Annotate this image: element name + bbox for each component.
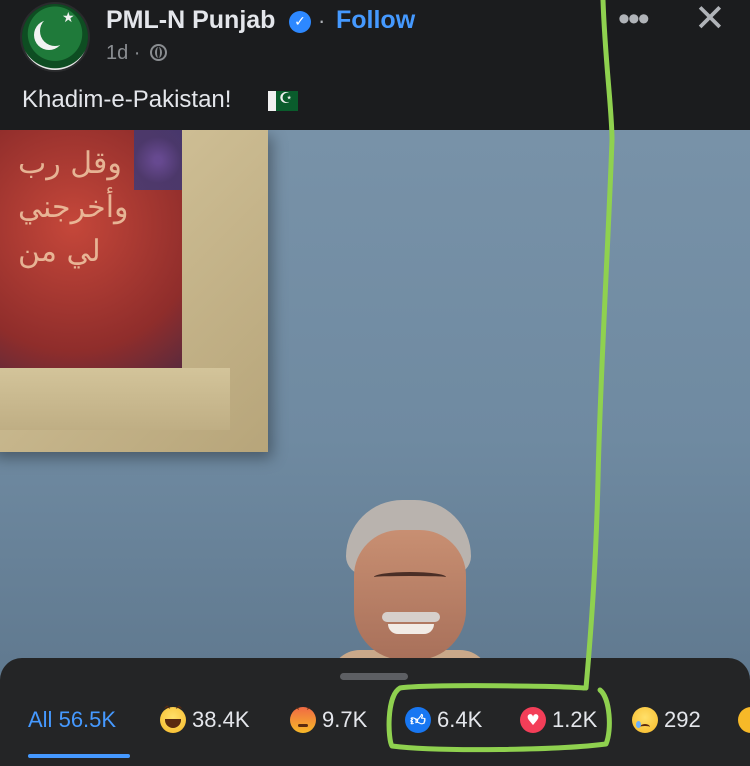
- pakistan-flag-icon: [268, 89, 298, 111]
- post-header: ★ PML-N Punjab ✓ · Follow 1d · ••• ✕ Kha…: [0, 0, 750, 130]
- tab-angry-count: 9.7K: [322, 707, 368, 732]
- tab-love[interactable]: ♥ 1.2K: [520, 700, 597, 740]
- wall-frame: وقل رب وأخرجني لي من: [0, 130, 268, 452]
- tab-sad-count: 292: [664, 707, 701, 732]
- angry-icon: [290, 703, 316, 733]
- globe-icon: [150, 44, 167, 61]
- tab-haha[interactable]: 38.4K: [160, 700, 250, 740]
- sad-icon: [632, 707, 658, 733]
- person-mustache: [382, 612, 440, 622]
- page-avatar[interactable]: ★: [22, 4, 88, 70]
- haha-icon: [160, 701, 186, 733]
- frame-mat: [0, 368, 230, 430]
- drag-handle[interactable]: [340, 673, 408, 680]
- follow-button[interactable]: Follow: [336, 6, 415, 35]
- tab-angry[interactable]: 9.7K: [290, 700, 367, 740]
- tab-like-count: 6.4K: [437, 707, 483, 732]
- like-icon: 👍︎: [405, 707, 431, 733]
- page-name[interactable]: PML-N Punjab: [106, 6, 275, 35]
- calligraphy-art: وقل رب وأخرجني لي من: [18, 146, 129, 269]
- star-icon: ★: [62, 10, 75, 26]
- love-icon: ♥: [520, 707, 546, 733]
- calligraphy-painting: وقل رب وأخرجني لي من: [0, 130, 182, 368]
- person-smile: [388, 624, 434, 634]
- post-time[interactable]: 1d ·: [106, 42, 140, 65]
- tab-all[interactable]: All 56.5K: [28, 700, 116, 740]
- close-icon[interactable]: ✕: [694, 0, 726, 40]
- person-eyes: [374, 572, 446, 582]
- post-photo[interactable]: وقل رب وأخرجني لي من: [0, 130, 750, 690]
- active-tab-indicator: [28, 754, 130, 758]
- separator: ·: [318, 8, 326, 33]
- reaction-tabs: All 56.5K 38.4K 9.7K 👍︎ 6.4K ♥ 1.2K 292: [0, 700, 750, 740]
- more-options-icon[interactable]: •••: [618, 0, 650, 39]
- tab-sad[interactable]: 292: [632, 700, 701, 740]
- tab-haha-count: 38.4K: [192, 707, 250, 732]
- tab-like[interactable]: 👍︎ 6.4K: [405, 700, 482, 740]
- verified-badge-icon: ✓: [289, 11, 311, 33]
- tab-all-count: 56.5K: [58, 707, 117, 732]
- post-caption: Khadim-e-Pakistan!: [22, 86, 232, 113]
- person-face: [354, 530, 466, 660]
- tab-love-count: 1.2K: [552, 707, 598, 732]
- tab-all-label: All: [28, 707, 53, 732]
